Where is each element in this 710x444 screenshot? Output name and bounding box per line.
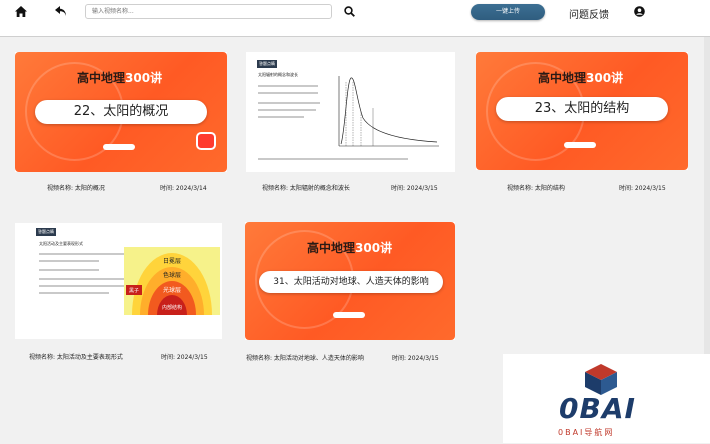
video-name: 视频名称: 太阳活动对地球、人造天体的影响 (246, 355, 364, 362)
layer-label: 内部结构 (162, 304, 182, 311)
video-card[interactable]: 高中地理300讲 31、太阳活动对地球、人造天体的影响 (245, 222, 455, 340)
thumb-small-label (333, 312, 365, 318)
video-card[interactable]: 高中地理300讲 22、太阳的概况 (15, 52, 227, 172)
home-icon[interactable] (15, 6, 27, 17)
thumb-episode-title: 31、太阳活动对地球、人造天体的影响 (259, 271, 443, 293)
upload-button[interactable]: 一键上传 (471, 4, 545, 20)
sun-layers-diagram: 日冕层 色球层 光球层 黑子 内部结构 (124, 247, 220, 315)
thumb-series-title: 高中地理300讲 (307, 241, 393, 255)
doc-title: 太阳活动及主要表现形式 (39, 241, 83, 246)
video-time: 时间: 2024/3/15 (392, 355, 439, 362)
top-bar: 一键上传 问题反馈 (0, 0, 710, 28)
back-arrow-icon[interactable] (55, 6, 67, 17)
video-thumbnail[interactable]: 高中地理300讲 23、太阳的结构 (476, 52, 688, 170)
video-thumbnail[interactable]: 高中地理300讲 22、太阳的概况 (15, 52, 227, 172)
watermark-logo: 0BAI 0BAI导航网 (503, 354, 710, 443)
video-name: 视频名称: 太阳辐射的概念和波长 (262, 185, 350, 192)
video-card[interactable]: 高中地理300讲 23、太阳的结构 (476, 52, 688, 170)
thumb-series-title: 高中地理300讲 (538, 71, 624, 85)
thumb-episode-title: 23、太阳的结构 (496, 97, 668, 121)
video-thumbnail[interactable]: 高中地理300讲 31、太阳活动对地球、人造天体的影响 (245, 222, 455, 340)
user-icon[interactable] (634, 6, 645, 17)
doc-tag: 答题点睛 (257, 60, 277, 68)
video-name: 视频名称: 太阳的概况 (47, 185, 105, 192)
brand-name: 0BAI (559, 392, 636, 425)
spectrum-graph (338, 76, 439, 147)
video-time: 时间: 2024/3/15 (619, 185, 666, 192)
layer-label: 光球层 (163, 286, 181, 294)
video-name: 视频名称: 太阳的结构 (507, 185, 565, 192)
layer-label: 日冕层 (163, 258, 181, 265)
doc-tag: 答题点睛 (36, 228, 56, 236)
video-time: 时间: 2024/3/14 (160, 185, 207, 192)
doc-title: 太阳辐射的概念和波长 (258, 72, 298, 77)
search-icon[interactable] (344, 6, 355, 17)
video-time: 时间: 2024/3/15 (391, 185, 438, 192)
cube-logo-icon (585, 364, 617, 395)
layer-label: 黑子 (129, 287, 139, 294)
video-name: 视频名称: 太阳活动及主要表现形式 (29, 354, 123, 361)
thumb-episode-title: 22、太阳的概况 (35, 100, 207, 124)
thumb-series-title: 高中地理300讲 (77, 71, 163, 85)
brand-subtitle: 0BAI导航网 (558, 428, 615, 437)
video-card[interactable]: 答题点睛 太阳活动及主要表现形式 日冕层 色球层 光球层 黑子 内部结构 (15, 223, 222, 339)
search-input[interactable] (85, 4, 332, 19)
video-card[interactable]: 答题点睛 太阳辐射的概念和波长 (246, 52, 455, 172)
layer-label: 色球层 (163, 271, 181, 279)
thumb-small-label (564, 142, 596, 148)
thumb-small-label (103, 144, 135, 150)
video-time: 时间: 2024/3/15 (161, 354, 208, 361)
play-icon (196, 132, 216, 150)
feedback-link[interactable]: 问题反馈 (569, 6, 609, 21)
